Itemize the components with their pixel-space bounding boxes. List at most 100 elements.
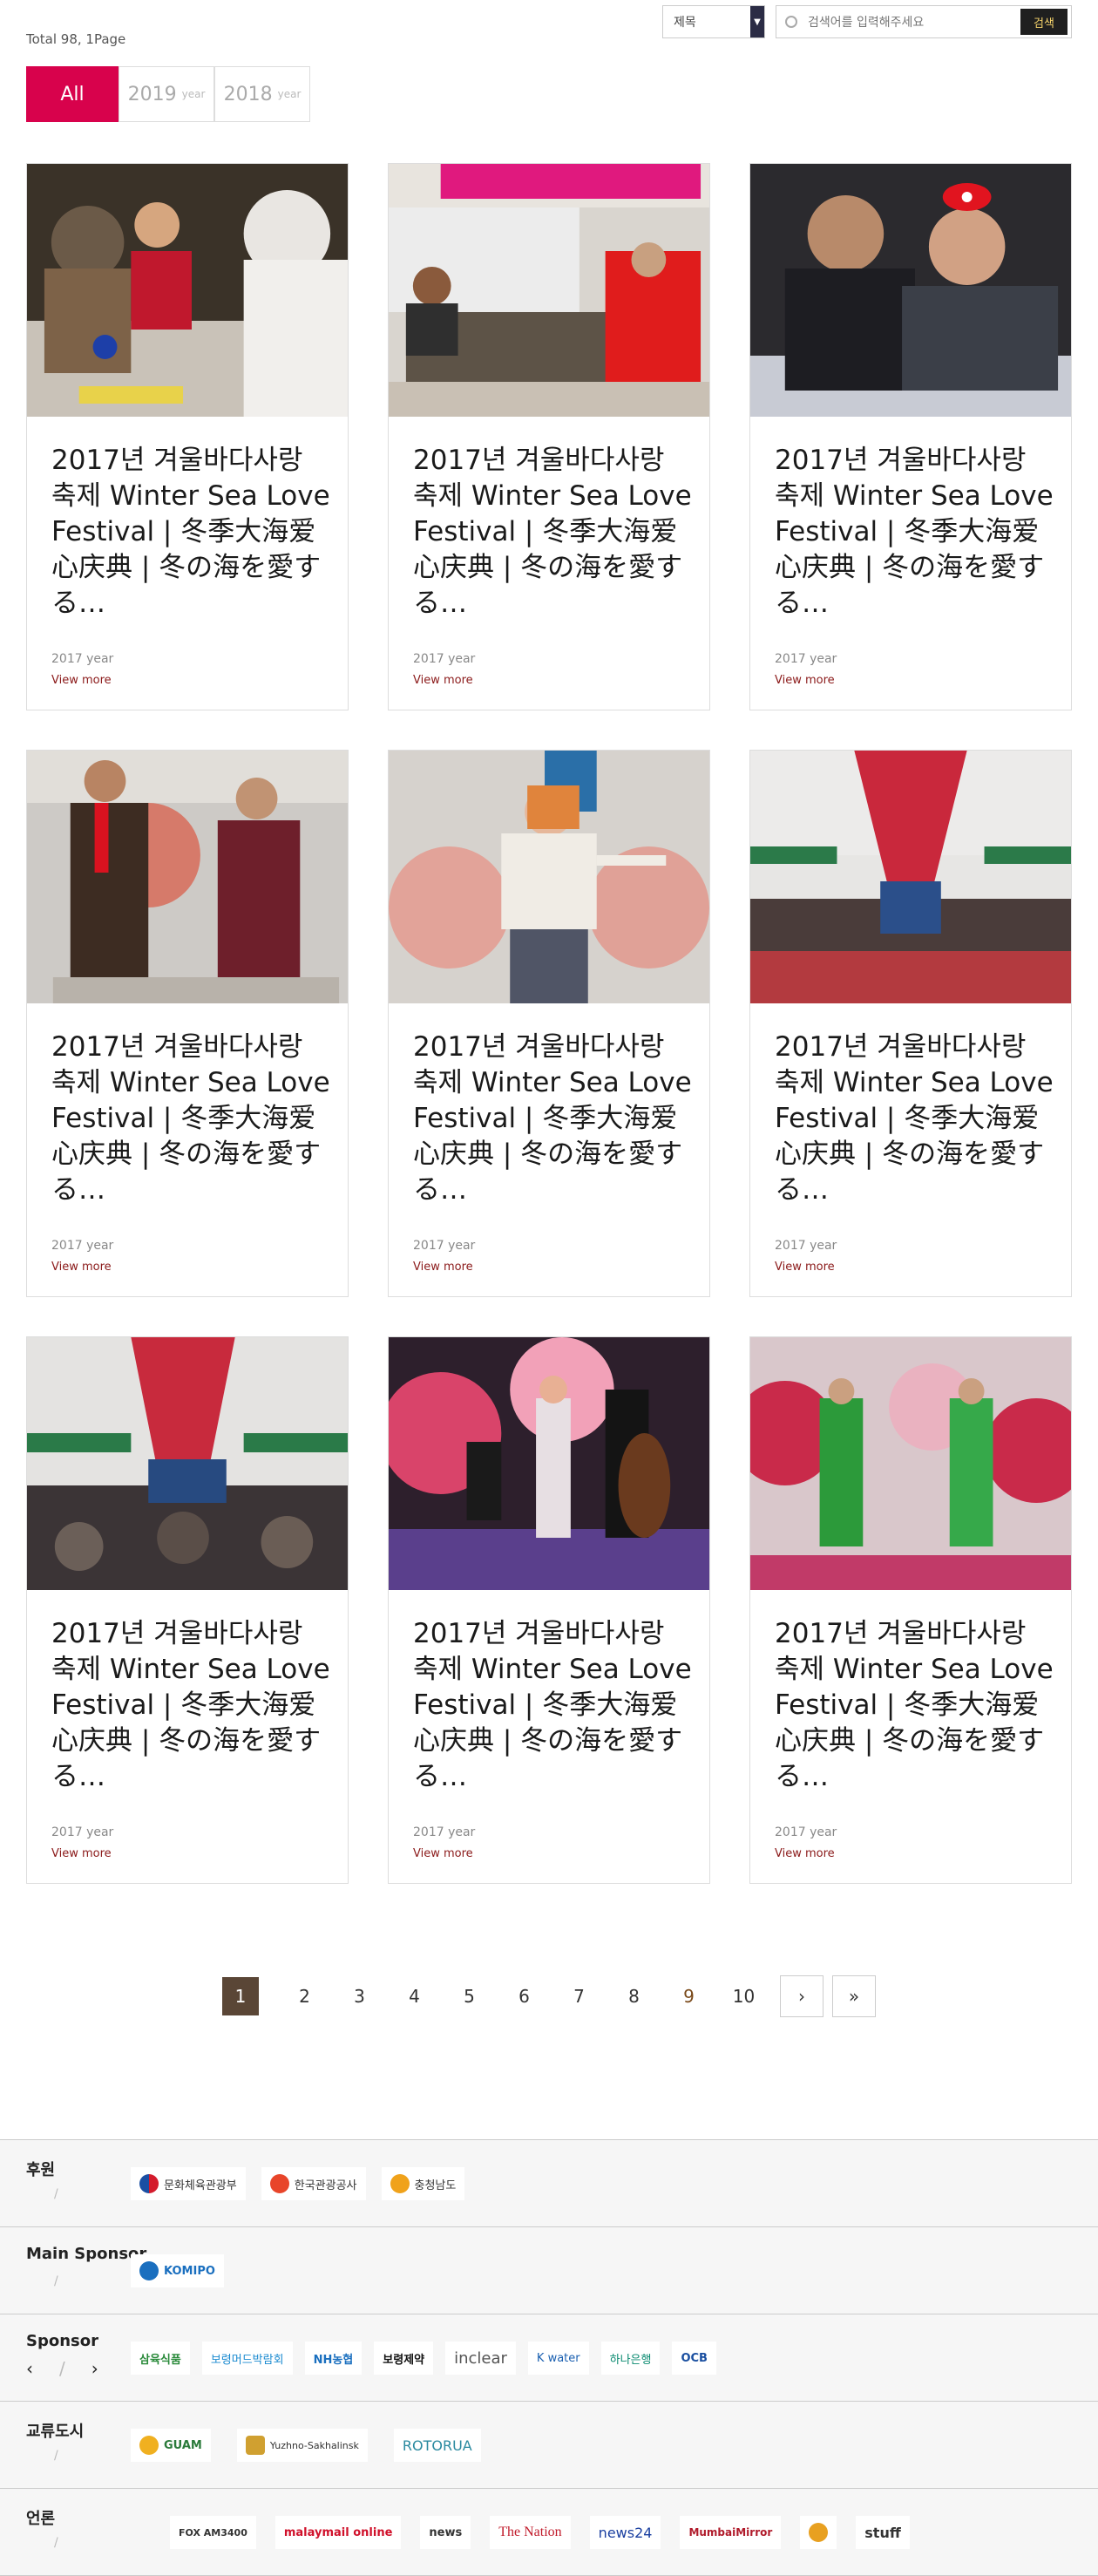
view-more-link[interactable]: View more	[775, 674, 835, 687]
sponsor-logo-text: 충청남도	[414, 2178, 457, 2192]
card-title: 2017년 겨울바다사랑 축제 Winter Sea Love Festival…	[51, 445, 330, 619]
card-photo[interactable]	[389, 751, 709, 1003]
pagination: 1 2 3 4 5 6 7 8 9 10 › »	[218, 1975, 880, 2017]
sponsor-logo[interactable]: Yuzhno-Sakhalinsk	[236, 2429, 368, 2462]
sponsor-logo[interactable]: inclear	[445, 2342, 516, 2375]
card-photo[interactable]	[750, 1337, 1071, 1590]
sponsor-logo[interactable]: GUAM	[131, 2429, 211, 2462]
search-field-select[interactable]: 제목 ▼	[662, 5, 765, 38]
sponsor-logo[interactable]: 보령제약	[374, 2342, 434, 2375]
sponsor-logo-text: MumbaiMirror	[688, 2526, 773, 2539]
card-year: 2017 year	[51, 652, 114, 666]
search-button[interactable]: 검색	[1020, 9, 1068, 35]
sponsor-logo[interactable]: K water	[527, 2342, 589, 2375]
gallery-card[interactable]: 2017년 겨울바다사랑 축제 Winter Sea Love Festival…	[388, 163, 710, 710]
card-year: 2017 year	[775, 1239, 837, 1253]
view-more-link[interactable]: View more	[413, 1847, 473, 1860]
card-photo[interactable]	[750, 164, 1071, 417]
sponsor-logo[interactable]: 삼육식품	[131, 2342, 190, 2375]
sponsor-logo-text: Yuzhno-Sakhalinsk	[269, 2439, 359, 2451]
page-3[interactable]: 3	[332, 1977, 387, 2015]
gallery-card[interactable]: 2017년 겨울바다사랑 축제 Winter Sea Love Festival…	[388, 1336, 710, 1884]
card-photo[interactable]	[750, 751, 1071, 1003]
card-photo[interactable]	[27, 1337, 348, 1590]
tab-suffix: year	[181, 88, 206, 100]
page-6[interactable]: 6	[497, 1977, 552, 2015]
page-1[interactable]: 1	[222, 1977, 259, 2015]
gallery-card[interactable]: 2017년 겨울바다사랑 축제 Winter Sea Love Festival…	[749, 163, 1072, 710]
sponsor-logo[interactable]: 문화체육관광부	[131, 2167, 246, 2200]
search-input[interactable]: 검색어를 입력해주세요 검색	[776, 5, 1072, 38]
year-tabs: All 2019 year 2018 year	[26, 66, 310, 122]
page-9[interactable]: 9	[661, 1977, 716, 2015]
gallery-card[interactable]: 2017년 겨울바다사랑 축제 Winter Sea Love Festival…	[749, 750, 1072, 1297]
view-more-link[interactable]: View more	[775, 1261, 835, 1274]
card-photo[interactable]	[27, 164, 348, 417]
sponsor-logo[interactable]: FOX AM3400	[170, 2516, 256, 2549]
sponsor-logo-text: NH농협	[313, 2353, 354, 2367]
sponsor-logo[interactable]: OCB	[672, 2342, 716, 2375]
view-more-link[interactable]: View more	[413, 1261, 473, 1274]
page-10[interactable]: 10	[716, 1977, 771, 2015]
gallery-card[interactable]: 2017년 겨울바다사랑 축제 Winter Sea Love Festival…	[749, 1336, 1072, 1884]
nav-divider: /	[59, 2358, 65, 2379]
prev-arrow-icon[interactable]: ‹	[26, 2358, 33, 2379]
total-count: Total 98, 1Page	[26, 31, 126, 47]
sponsor-logo[interactable]: MumbaiMirror	[680, 2516, 782, 2549]
row-divider: /	[54, 2449, 58, 2463]
sponsor-logo[interactable]: news24	[589, 2516, 661, 2549]
sponsor-logo[interactable]: 충청남도	[381, 2167, 465, 2200]
card-photo[interactable]	[389, 1337, 709, 1590]
gallery-card[interactable]: 2017년 겨울바다사랑 축제 Winter Sea Love Festival…	[26, 750, 349, 1297]
sponsor-logo[interactable]: 하나은행	[600, 2342, 661, 2375]
sponsor-logo-text: malaymail online	[283, 2525, 393, 2539]
card-photo[interactable]	[389, 164, 709, 417]
sponsor-logo[interactable]: stuff	[856, 2516, 910, 2549]
sponsor-logo[interactable]: NH농협	[304, 2342, 363, 2375]
sponsor-row-label: 교류도시	[26, 2423, 85, 2441]
view-more-link[interactable]: View more	[51, 1847, 112, 1860]
page-4[interactable]: 4	[387, 1977, 442, 2015]
tab-2018[interactable]: 2018 year	[214, 66, 310, 122]
row-divider: /	[54, 2274, 58, 2288]
sponsor-logo[interactable]: news	[420, 2516, 471, 2549]
sponsor-row-label: 후원	[26, 2161, 56, 2179]
row-divider: /	[54, 2187, 58, 2201]
sponsor-logo-text: GUAM	[164, 2438, 202, 2452]
tab-label: All	[60, 83, 85, 105]
view-more-link[interactable]: View more	[413, 674, 473, 687]
tab-all[interactable]: All	[26, 66, 119, 122]
gallery-card[interactable]: 2017년 겨울바다사랑 축제 Winter Sea Love Festival…	[26, 1336, 349, 1884]
sponsor-logo[interactable]: ROTORUA	[393, 2429, 481, 2462]
sponsor-logo[interactable]	[800, 2516, 837, 2549]
emblem-icon	[245, 2436, 265, 2455]
card-year: 2017 year	[51, 1239, 114, 1253]
gallery-card[interactable]: 2017년 겨울바다사랑 축제 Winter Sea Love Festival…	[26, 163, 349, 710]
sponsor-logo[interactable]: malaymail online	[274, 2516, 402, 2549]
view-more-link[interactable]: View more	[775, 1847, 835, 1860]
card-title: 2017년 겨울바다사랑 축제 Winter Sea Love Festival…	[413, 1031, 692, 1206]
page-5[interactable]: 5	[442, 1977, 497, 2015]
tab-label: 2018	[223, 83, 273, 105]
tab-2019[interactable]: 2019 year	[119, 66, 214, 122]
row-divider: /	[54, 2536, 58, 2550]
search-field-value: 제목	[674, 16, 696, 30]
sponsor-logo-text: inclear	[454, 2348, 507, 2368]
next-arrow-icon[interactable]: ›	[92, 2358, 98, 2379]
sponsor-logo[interactable]: KOMIPO	[131, 2254, 224, 2287]
last-page-button[interactable]: »	[832, 1975, 876, 2017]
view-more-link[interactable]: View more	[51, 1261, 112, 1274]
view-more-link[interactable]: View more	[51, 674, 112, 687]
card-photo[interactable]	[27, 751, 348, 1003]
page-2[interactable]: 2	[277, 1977, 332, 2015]
sponsor-logo[interactable]: The Nation	[490, 2516, 571, 2549]
gallery-card[interactable]: 2017년 겨울바다사랑 축제 Winter Sea Love Festival…	[388, 750, 710, 1297]
emblem-icon	[809, 2523, 829, 2542]
sponsor-logo[interactable]: 보령머드박람회	[201, 2342, 293, 2375]
next-page-button[interactable]: ›	[780, 1975, 824, 2017]
emblem-icon	[139, 2261, 159, 2280]
page-8[interactable]: 8	[607, 1977, 661, 2015]
sponsor-logo[interactable]: 한국관광공사	[261, 2167, 366, 2200]
page-7[interactable]: 7	[552, 1977, 607, 2015]
card-title: 2017년 겨울바다사랑 축제 Winter Sea Love Festival…	[51, 1031, 330, 1206]
